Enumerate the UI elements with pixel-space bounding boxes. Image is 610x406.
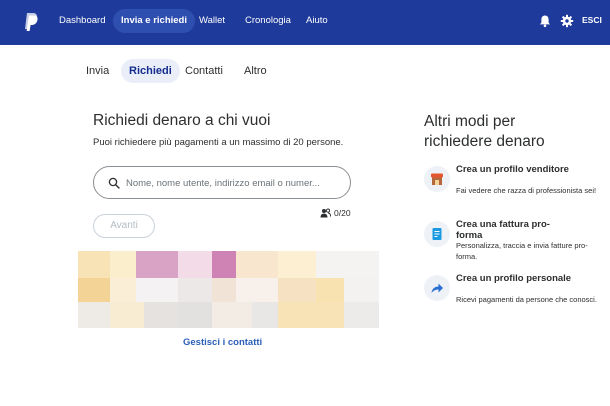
contact-tile — [110, 278, 136, 302]
personal-profile-title: Crea un profilo personale — [456, 273, 572, 284]
sub-navigation: Invia Richiedi Contatti Altro — [0, 45, 610, 97]
bell-icon[interactable] — [538, 14, 552, 28]
contact-tile — [236, 278, 278, 302]
nav-cronologia[interactable]: Cronologia — [237, 9, 299, 33]
contact-tile — [278, 278, 316, 302]
gear-icon[interactable] — [560, 14, 574, 28]
contact-tile — [316, 251, 379, 278]
next-button[interactable]: Avanti — [93, 214, 155, 238]
contact-tile — [278, 302, 344, 328]
contact-tile — [78, 302, 110, 328]
tab-altro[interactable]: Altro — [236, 59, 275, 83]
personal-profile-description: Ricevi pagamenti da persone che conosci. — [456, 295, 597, 304]
contact-tile — [236, 251, 278, 278]
contact-tile — [110, 251, 136, 278]
seller-profile-description: Fai vedere che razza di professionista s… — [456, 186, 597, 195]
contact-tile — [212, 278, 236, 302]
nav-invia-e-richiedi[interactable]: Invia e richiedi — [113, 9, 195, 33]
nav-aiuto[interactable]: Aiuto — [298, 9, 336, 33]
tab-richiedi[interactable]: Richiedi — [121, 59, 180, 83]
contact-tile — [212, 251, 236, 278]
share-arrow-icon — [424, 275, 450, 301]
page-title: Richiedi denaro a chi vuoi — [93, 112, 271, 129]
seller-profile-title: Crea un profilo venditore — [456, 164, 569, 175]
logout-button[interactable]: ESCI — [582, 15, 602, 25]
contact-tile — [178, 251, 212, 278]
tab-invia[interactable]: Invia — [78, 59, 117, 83]
contact-tile — [136, 251, 178, 278]
top-navigation-bar: Dashboard Invia e richiedi Wallet Cronol… — [0, 0, 610, 45]
invoice-title: Crea una fattura pro-forma — [456, 219, 550, 241]
store-icon — [424, 166, 450, 192]
contacts-count-icon — [320, 208, 331, 218]
blurred-contacts-grid — [78, 251, 379, 328]
contact-tile — [344, 302, 379, 328]
contact-tile — [110, 302, 144, 328]
paypal-logo-icon[interactable] — [24, 12, 38, 32]
request-subtitle: Puoi richiedere più pagamenti a un massi… — [93, 137, 344, 148]
recipient-counter: 0/20 — [334, 208, 351, 218]
main-content: Richiedi denaro a chi vuoi Puoi richiede… — [0, 97, 610, 406]
search-icon — [108, 177, 120, 189]
contact-tile — [144, 302, 178, 328]
recipient-search-box[interactable] — [93, 166, 351, 199]
nav-wallet[interactable]: Wallet — [191, 9, 233, 33]
tab-contatti[interactable]: Contatti — [177, 59, 231, 83]
recipient-search-input[interactable] — [126, 173, 340, 193]
contact-tile — [136, 278, 178, 302]
sidebar-title: Altri modi per richiedere denaro — [424, 113, 545, 150]
contact-tile — [178, 302, 212, 328]
contact-tile — [344, 278, 379, 302]
invoice-icon — [424, 221, 450, 247]
contact-tile — [316, 278, 344, 302]
contact-tile — [78, 251, 110, 278]
sidebar-item-seller-profile[interactable]: Crea un profilo venditore Fai vedere che… — [424, 164, 604, 208]
contact-tile — [178, 278, 212, 302]
contact-tile — [252, 302, 278, 328]
contact-tile — [78, 278, 110, 302]
sidebar-item-invoice[interactable]: Crea una fattura pro-forma Personalizza,… — [424, 219, 604, 263]
invoice-description: Personalizza, traccia e invia fatture pr… — [456, 241, 588, 261]
contact-tile — [278, 251, 316, 278]
sidebar-item-personal-profile[interactable]: Crea un profilo personale Ricevi pagamen… — [424, 273, 604, 317]
nav-dashboard[interactable]: Dashboard — [51, 9, 113, 33]
manage-contacts-link[interactable]: Gestisci i contatti — [183, 337, 262, 348]
contact-tile — [212, 302, 252, 328]
